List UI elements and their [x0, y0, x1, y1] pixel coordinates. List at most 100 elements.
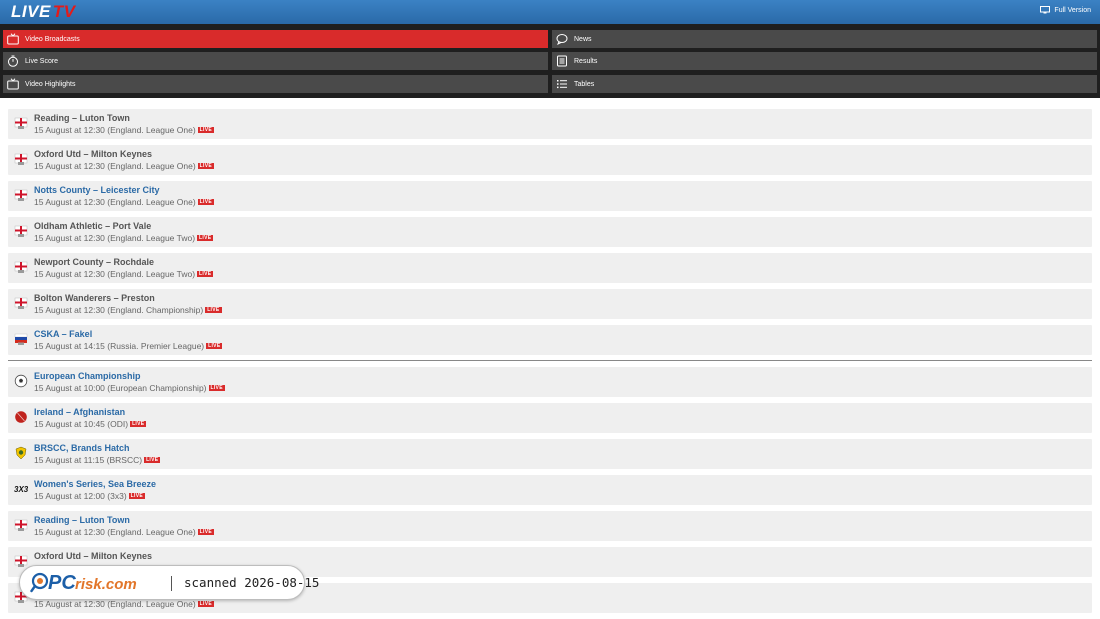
russia-flag-icon	[14, 333, 28, 345]
menu-video-highlights[interactable]: Video Highlights	[3, 75, 548, 93]
event-details: 15 August at 10:00 (European Championshi…	[34, 383, 225, 393]
event-time: 15 August at 12:30	[34, 305, 105, 315]
menu-news[interactable]: News	[552, 30, 1097, 48]
menu-results[interactable]: Results	[552, 52, 1097, 70]
event-item[interactable]: CSKA – Fakel 15 August at 14:15 (Russia. …	[8, 325, 1092, 355]
event-league: (ODI)	[107, 419, 129, 429]
live-badge: LIVE	[197, 235, 214, 241]
event-league: (England. League One)	[107, 161, 196, 171]
logo-live-text: LIVE	[11, 2, 51, 21]
full-version-link[interactable]: Full Version	[1040, 6, 1091, 14]
event-time: 15 August at 14:15	[34, 341, 105, 351]
england-flag-icon	[14, 189, 28, 201]
event-time: 15 August at 12:30	[34, 599, 105, 609]
table-lines-icon	[557, 80, 567, 89]
brscc-badge-icon	[15, 446, 27, 460]
logo-tv-text: TV	[52, 2, 76, 21]
event-time: 15 August at 12:30	[34, 125, 105, 135]
event-time: 15 August at 12:30	[34, 269, 105, 279]
event-league: (England. League One)	[107, 599, 196, 609]
live-badge: LIVE	[197, 529, 214, 535]
event-time: 15 August at 12:00	[34, 491, 105, 501]
wm-brand-risk: risk.com	[75, 576, 137, 593]
event-title[interactable]: Oxford Utd – Milton Keynes	[34, 551, 152, 561]
live-badge: LIVE	[144, 457, 161, 463]
event-title[interactable]: Oxford Utd – Milton Keynes	[34, 149, 152, 159]
event-title[interactable]: CSKA – Fakel	[34, 329, 92, 339]
menu-label: Video Broadcasts	[25, 35, 80, 43]
event-item[interactable]: Notts County – Leicester City 15 August a…	[8, 181, 1092, 211]
scan-date-text: scanned 2026-08-15	[184, 575, 320, 590]
tv-icon	[7, 78, 19, 90]
event-title[interactable]: Ireland – Afghanistan	[34, 407, 125, 417]
event-details: 15 August at 12:30 (England. League Two)…	[34, 269, 214, 279]
event-title[interactable]: Newport County – Rochdale	[34, 257, 154, 267]
event-details: 15 August at 12:30 (England. League One)…	[34, 527, 214, 537]
event-item[interactable]: Oldham Athletic – Port Vale 15 August at …	[8, 217, 1092, 247]
livetv-logo[interactable]: LIVE TV	[11, 2, 76, 22]
event-item[interactable]: Oxford Utd – Milton Keynes 15 August at 1…	[8, 145, 1092, 175]
event-title[interactable]: Oldham Athletic – Port Vale	[34, 221, 151, 231]
live-badge: LIVE	[205, 307, 222, 313]
event-league: (England. League Two)	[107, 269, 196, 279]
england-flag-icon	[14, 555, 28, 567]
event-time: 15 August at 12:30	[34, 197, 105, 207]
england-flag-icon	[14, 225, 28, 237]
event-item[interactable]: BRSCC, Brands Hatch 15 August at 11:15 (B…	[8, 439, 1092, 469]
section-divider	[8, 360, 1092, 361]
event-league: (England. League One)	[107, 527, 196, 537]
event-item[interactable]: Reading – Luton Town 15 August at 12:30 (…	[8, 511, 1092, 541]
event-item[interactable]: Reading – Luton Town 15 August at 12:30 (…	[8, 109, 1092, 139]
live-badge: LIVE	[197, 127, 214, 133]
wm-brand-pc: PC	[48, 572, 76, 594]
event-item[interactable]: 3X3 Women's Series, Sea Breeze 15 August a…	[8, 475, 1092, 505]
event-title[interactable]: Women's Series, Sea Breeze	[34, 479, 156, 489]
england-flag-icon	[14, 117, 28, 129]
menu-tables[interactable]: Tables	[552, 75, 1097, 93]
live-badge: LIVE	[197, 163, 214, 169]
event-league: (England. Championship)	[107, 305, 204, 315]
event-time: 15 August at 12:30	[34, 161, 105, 171]
event-list: Reading – Luton Town 15 August at 12:30 (…	[8, 109, 1092, 619]
event-title[interactable]: Notts County – Leicester City	[34, 185, 160, 195]
menu-video-broadcasts[interactable]: Video Broadcasts	[3, 30, 548, 48]
stopwatch-icon	[8, 55, 18, 67]
menu-live-score[interactable]: Live Score	[3, 52, 548, 70]
live-badge: LIVE	[197, 271, 214, 277]
live-badge: LIVE	[197, 601, 214, 607]
monitor-icon	[1040, 6, 1051, 14]
full-version-label: Full Version	[1054, 6, 1091, 14]
event-details: 15 August at 12:30 (England. League Two)…	[34, 233, 214, 243]
event-item[interactable]: Newport County – Rochdale 15 August at 12…	[8, 253, 1092, 283]
event-title[interactable]: Reading – Luton Town	[34, 113, 130, 123]
event-league: (3x3)	[107, 491, 127, 501]
event-item[interactable]: Bolton Wanderers – Preston 15 August at 1…	[8, 289, 1092, 319]
menu-label: Live Score	[25, 57, 59, 65]
event-item[interactable]: Ireland – Afghanistan 15 August at 10:45 …	[8, 403, 1092, 433]
event-league: (Russia. Premier League)	[107, 341, 205, 351]
live-badge: LIVE	[208, 385, 225, 391]
event-title[interactable]: Bolton Wanderers – Preston	[34, 293, 155, 303]
england-flag-icon	[14, 297, 28, 309]
live-badge: LIVE	[128, 493, 145, 499]
event-title[interactable]: Reading – Luton Town	[34, 515, 130, 525]
event-details: 15 August at 10:45 (ODI) LIVE	[34, 419, 147, 429]
menu-label: News	[574, 35, 592, 43]
live-badge: LIVE	[197, 199, 214, 205]
cricket-ball-icon	[15, 411, 27, 423]
event-details: 15 August at 12:30 (England. Championshi…	[34, 305, 222, 315]
top-header: LIVE TV Full Version	[0, 0, 1100, 24]
event-title[interactable]: BRSCC, Brands Hatch	[34, 443, 130, 453]
tv-icon	[7, 33, 19, 45]
menu-label: Tables	[574, 80, 595, 88]
event-time: 15 August at 12:30	[34, 527, 105, 537]
event-time: 15 August at 11:15	[34, 455, 105, 465]
watermark-separator	[171, 576, 172, 591]
event-details: 15 August at 12:30 (England. League One)…	[34, 161, 214, 171]
event-item[interactable]: European Championship 15 August at 10:00 …	[8, 367, 1092, 397]
results-list-icon	[557, 55, 567, 67]
event-title[interactable]: European Championship	[34, 371, 141, 381]
main-menu: Video Broadcasts News Live Score Results	[0, 24, 1100, 98]
england-flag-icon	[14, 261, 28, 273]
event-time: 15 August at 10:00	[34, 383, 105, 393]
